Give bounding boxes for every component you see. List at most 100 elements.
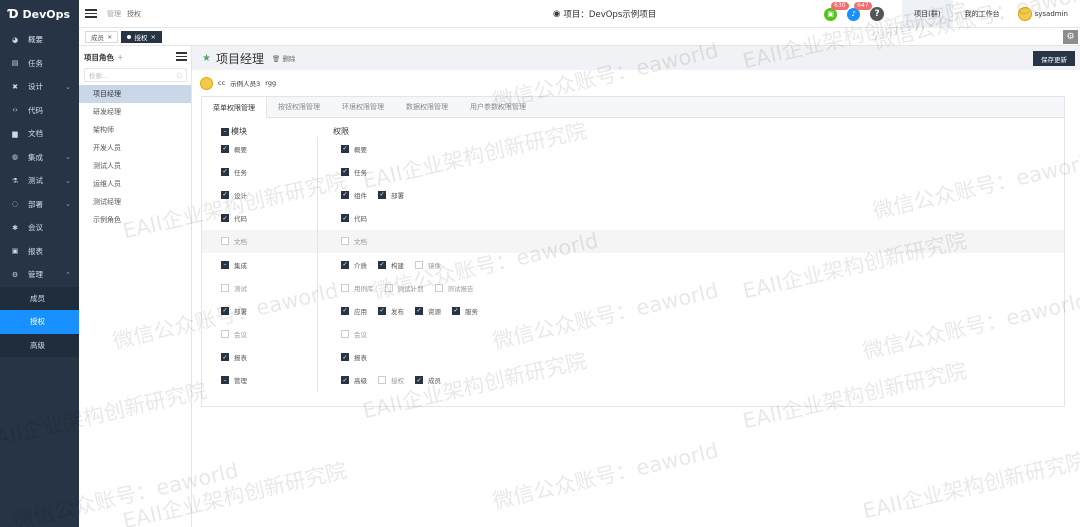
delete-role-button[interactable]: 🗑 删除 (272, 53, 295, 63)
permission-option[interactable]: ✓ 报表 (341, 352, 367, 362)
module-checkbox[interactable]: – (221, 260, 229, 269)
my-workbench-link[interactable]: 我的工作台 (953, 0, 1012, 28)
permission-option[interactable]: ✓ 服务 (452, 306, 478, 316)
permission-checkbox[interactable]: ✓ (341, 214, 349, 223)
sidebar-subitem[interactable]: 高级 (0, 333, 79, 357)
sidebar-item[interactable]: ⚗ 测试 ⌄ (0, 169, 79, 193)
role-list-item[interactable]: 测试经理 (79, 193, 191, 211)
permission-checkbox[interactable]: ✓ (341, 353, 349, 362)
permission-option[interactable]: 文档 (341, 236, 367, 246)
permission-tab[interactable]: 按钮权限管理 (267, 97, 331, 117)
permission-option[interactable]: 测试计划 (384, 283, 424, 293)
permission-checkbox[interactable]: ✓ (378, 260, 386, 269)
permission-tab[interactable]: 菜单权限管理 (202, 97, 267, 118)
permission-option[interactable]: ✓ 概要 (341, 144, 367, 154)
permission-checkbox[interactable] (384, 283, 393, 292)
module-checkbox[interactable]: ✓ (221, 190, 229, 199)
role-list-item[interactable]: 架构师 (79, 121, 191, 139)
star-icon[interactable]: ★ (202, 53, 211, 64)
tag-authorization[interactable]: 授权 × (121, 30, 162, 43)
module-checkbox[interactable] (221, 237, 229, 246)
permission-option[interactable]: ✓ 代码 (341, 213, 367, 223)
permission-checkbox[interactable]: ✓ (415, 376, 423, 385)
permission-option[interactable]: 授权 (378, 375, 404, 385)
sidebar-item[interactable]: ✖ 设计 ⌄ (0, 75, 79, 99)
member-name[interactable]: cc (218, 79, 225, 87)
module-checkbox[interactable]: ✓ (221, 306, 229, 315)
add-role-icon[interactable]: + (117, 53, 123, 62)
permission-tab[interactable]: 环境权限管理 (331, 97, 395, 117)
app-logo[interactable]: Ɗ DevOps (0, 0, 79, 28)
permission-checkbox[interactable]: ✓ (341, 144, 349, 153)
breadcrumb-item[interactable]: 管理 (107, 9, 121, 19)
permission-checkbox[interactable] (341, 330, 349, 339)
close-icon[interactable]: × (107, 33, 112, 41)
permission-checkbox[interactable] (434, 283, 443, 292)
sidebar-item[interactable]: ◕ 概要 (0, 28, 79, 52)
role-search-input[interactable]: 检索... ○ (84, 68, 187, 82)
settings-gear-icon[interactable]: ⚙ (1063, 30, 1078, 44)
permission-checkbox[interactable]: ✓ (452, 306, 460, 315)
help-icon[interactable]: ? (870, 7, 885, 21)
user-menu[interactable]: sysadmin (1012, 7, 1080, 21)
permission-tab[interactable]: 数据权限管理 (395, 97, 459, 117)
module-checkbox[interactable]: ✓ (221, 214, 229, 223)
permission-option[interactable]: ✓ 任务 (341, 167, 367, 177)
role-list-item[interactable]: 测试人员 (79, 157, 191, 175)
role-list-item[interactable]: 示例角色 (79, 211, 191, 229)
permission-option[interactable]: ✓ 组件 (341, 190, 367, 200)
permission-checkbox[interactable]: ✓ (341, 190, 349, 199)
sidebar-subitem[interactable]: 授权 (0, 310, 79, 334)
member-name[interactable]: rgg (265, 79, 276, 87)
select-all-checkbox[interactable]: – (221, 127, 229, 136)
permission-option[interactable]: 用例库 (341, 283, 374, 293)
permission-checkbox[interactable]: ✓ (341, 260, 349, 269)
permission-checkbox[interactable] (341, 283, 349, 292)
project-group-link[interactable]: 项目(群) (902, 0, 953, 28)
sidebar-item[interactable]: ◍ 集成 ⌄ (0, 146, 79, 170)
module-checkbox[interactable]: ✓ (221, 167, 229, 176)
permission-checkbox[interactable]: ✓ (415, 306, 423, 315)
sidebar-item[interactable]: ▤ 任务 (0, 52, 79, 76)
module-checkbox[interactable]: – (221, 376, 229, 385)
permission-option[interactable]: ✓ 资源 (415, 306, 441, 316)
tag-members[interactable]: 成员 × (85, 30, 119, 43)
module-checkbox[interactable] (221, 330, 229, 339)
permission-option[interactable]: ✓ 部署 (378, 190, 404, 200)
permission-option[interactable]: 测试报告 (434, 283, 474, 293)
module-checkbox[interactable] (221, 283, 229, 292)
sidebar-item[interactable]: ▆ 文档 (0, 122, 79, 146)
permission-option[interactable]: ✓ 成员 (415, 375, 441, 385)
save-button[interactable]: 保存更新 (1033, 51, 1075, 66)
role-list-item[interactable]: 研发经理 (79, 103, 191, 121)
permission-checkbox[interactable] (341, 237, 349, 246)
permission-option[interactable]: ✓ 介质 (341, 260, 367, 270)
permission-checkbox[interactable] (415, 260, 423, 269)
project-selector[interactable]: ◉ 项目：DevOps示例项目 (553, 8, 656, 20)
role-list-item[interactable]: 项目经理 (79, 85, 191, 103)
permission-option[interactable]: 会议 (341, 329, 367, 339)
permission-option[interactable]: ✓ 应用 (341, 306, 367, 316)
permission-checkbox[interactable]: ✓ (378, 190, 386, 199)
close-icon[interactable]: × (150, 33, 155, 41)
collapse-sidebar-icon[interactable] (85, 9, 97, 18)
sidebar-subitem[interactable]: 成员 (0, 286, 79, 310)
role-list-item[interactable]: 运维人员 (79, 175, 191, 193)
role-list-item[interactable]: 开发人员 (79, 139, 191, 157)
green-clipboard-icon[interactable]: ▣ 630 (824, 1, 849, 21)
member-name[interactable]: 示例人员3 (230, 78, 260, 88)
permission-checkbox[interactable]: ✓ (341, 376, 349, 385)
permission-option[interactable]: ✓ 高级 (341, 375, 367, 385)
module-checkbox[interactable]: ✓ (221, 353, 229, 362)
permission-checkbox[interactable] (378, 376, 386, 385)
permission-option[interactable]: 镜像 (415, 260, 441, 270)
sidebar-item[interactable]: ⚙ 管理 ⌃ (0, 263, 79, 287)
sidebar-item[interactable]: ◌ 部署 ⌄ (0, 193, 79, 217)
permission-checkbox[interactable]: ✓ (341, 167, 349, 176)
role-menu-icon[interactable] (176, 52, 187, 61)
sidebar-item[interactable]: ‹› 代码 (0, 99, 79, 123)
permission-tab[interactable]: 用户参数权限管理 (459, 97, 537, 117)
permission-option[interactable]: ✓ 发布 (378, 306, 404, 316)
permission-checkbox[interactable]: ✓ (378, 306, 386, 315)
sidebar-item[interactable]: ▣ 报表 (0, 240, 79, 264)
